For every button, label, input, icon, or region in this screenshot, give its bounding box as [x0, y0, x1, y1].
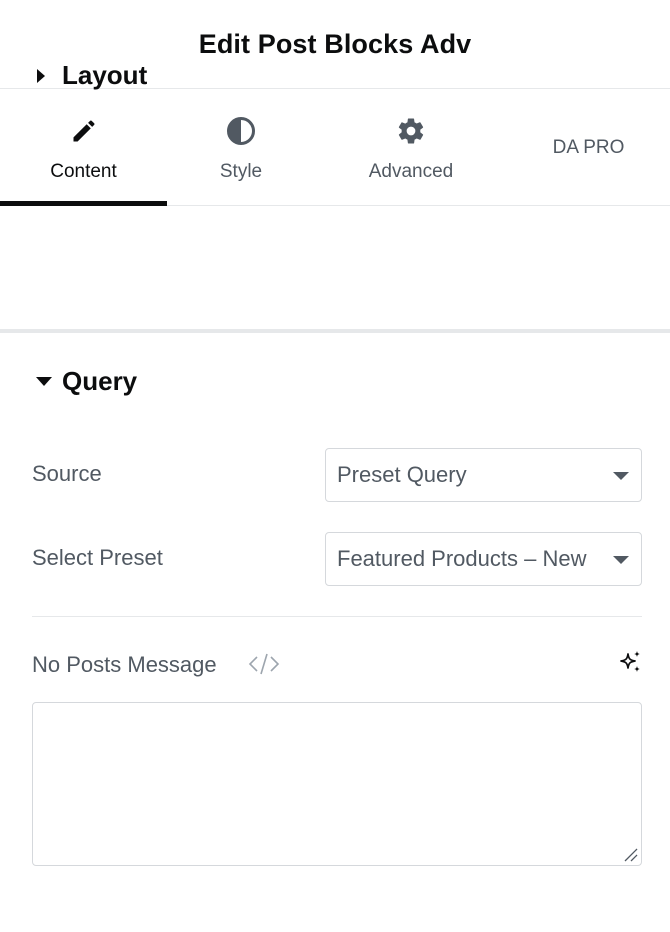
caret-down-icon: [36, 376, 54, 387]
editor-panel: Edit Post Blocks Adv Content Style Advan…: [0, 0, 670, 932]
chevron-down-icon: [613, 553, 629, 571]
panel-title: Edit Post Blocks Adv: [198, 28, 472, 59]
contrast-icon: [225, 115, 257, 147]
tab-content[interactable]: Content: [0, 89, 167, 205]
ai-sparkle-icon[interactable]: [618, 650, 642, 681]
layout-section-label: Layout: [62, 60, 148, 90]
tab-da-pro[interactable]: DA PRO: [507, 89, 670, 205]
source-select[interactable]: Preset Query: [325, 448, 642, 502]
tab-advanced[interactable]: Advanced: [315, 89, 507, 205]
preset-control: Select Preset Featured Products – New: [32, 532, 642, 586]
query-section-toggle[interactable]: Query: [36, 366, 137, 397]
gear-icon: [395, 115, 427, 147]
source-select-value: Preset Query: [337, 462, 467, 487]
preset-select[interactable]: Featured Products – New: [325, 532, 642, 586]
tab-content-label: Content: [50, 161, 117, 182]
query-section-label: Query: [62, 366, 138, 396]
preset-select-value: Featured Products – New: [337, 546, 587, 571]
layout-section: [0, 207, 670, 333]
pencil-icon: [68, 115, 100, 147]
resize-handle-icon[interactable]: [622, 846, 638, 867]
caret-right-icon: [36, 68, 54, 83]
no-posts-message-header: No Posts Message: [32, 648, 642, 680]
tab-style-label: Style: [219, 161, 263, 182]
dynamic-tags-icon[interactable]: [248, 652, 280, 681]
layout-section-toggle[interactable]: Layout: [36, 60, 147, 91]
active-tab-indicator: [0, 201, 167, 206]
chevron-down-icon: [613, 469, 629, 487]
preset-label: Select Preset: [32, 545, 163, 570]
divider: [32, 616, 642, 617]
tab-bar: Content Style Advanced DA PRO: [0, 89, 670, 206]
no-posts-message-textarea[interactable]: [32, 702, 642, 866]
tab-style[interactable]: Style: [167, 89, 315, 205]
source-label: Source: [32, 461, 102, 486]
no-posts-message-label: No Posts Message: [32, 652, 217, 677]
source-control: Source Preset Query: [32, 448, 642, 502]
tab-advanced-label: Advanced: [368, 161, 454, 182]
tab-da-pro-label: DA PRO: [552, 137, 625, 158]
